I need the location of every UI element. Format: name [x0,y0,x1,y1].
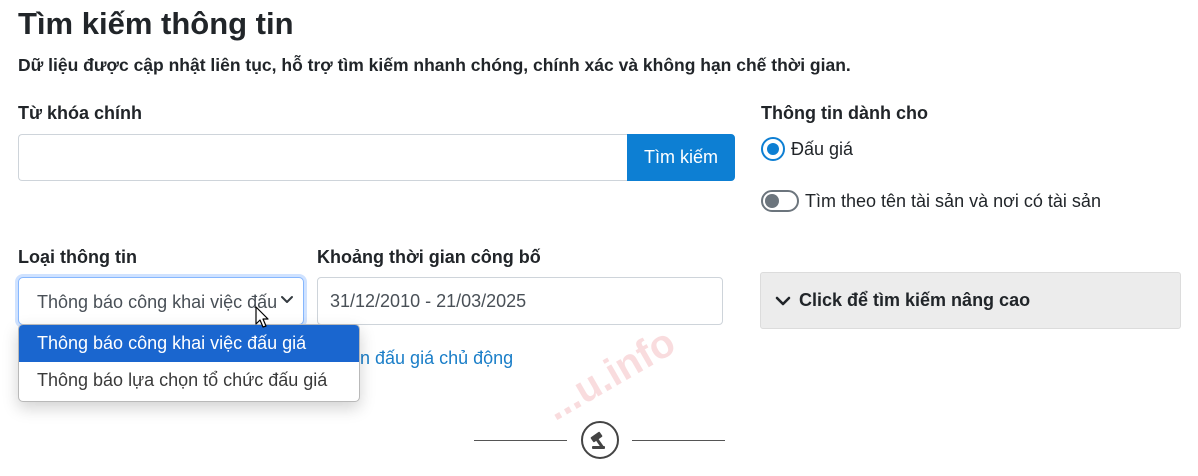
watermark-text: ...u.info [537,319,683,430]
radio-auction-label: Đấu giá [791,138,854,159]
dropdown-option-organization-selection[interactable]: Thông báo lựa chọn tổ chức đấu giá [19,362,359,399]
advanced-search-toggle[interactable]: Click để tìm kiếm nâng cao [760,272,1181,329]
divider-right [632,440,725,441]
divider-left [474,440,567,441]
keyword-input[interactable] [18,134,628,181]
toggle-switch[interactable] [761,190,799,212]
dropdown-option-public-notice[interactable]: Thông báo công khai việc đấu giá [19,325,359,362]
search-button[interactable]: Tìm kiếm [627,134,735,181]
keyword-label: Từ khóa chính [18,103,143,123]
proactive-auction-link[interactable]: ản đấu giá chủ động [350,348,513,369]
radio-auction[interactable]: Đấu giá [761,137,853,161]
gavel-icon [581,421,619,459]
info-type-label: Loại thông tin [18,247,137,267]
period-label: Khoảng thời gian công bố [317,247,541,267]
chevron-down-icon [775,296,791,305]
page-subtitle: Dữ liệu được cập nhật liên tục, hỗ trợ t… [18,55,851,75]
radio-checked-icon[interactable] [761,137,785,161]
advanced-search-label: Click để tìm kiếm nâng cao [799,290,1031,310]
info-type-selected-value: Thông báo công khai việc đấu giá [37,292,277,312]
date-range-input[interactable] [317,277,723,325]
toggle-asset-search[interactable]: Tìm theo tên tài sản và nơi có tài sản [761,190,1101,212]
info-type-dropdown: Thông báo công khai việc đấu giá Thông b… [18,324,360,402]
mouse-pointer-icon [255,306,269,328]
chevron-down-icon [281,296,293,303]
page-title: Tìm kiếm thông tin [18,6,294,41]
audience-label: Thông tin dành cho [761,103,928,123]
toggle-asset-search-label: Tìm theo tên tài sản và nơi có tài sản [805,190,1101,211]
